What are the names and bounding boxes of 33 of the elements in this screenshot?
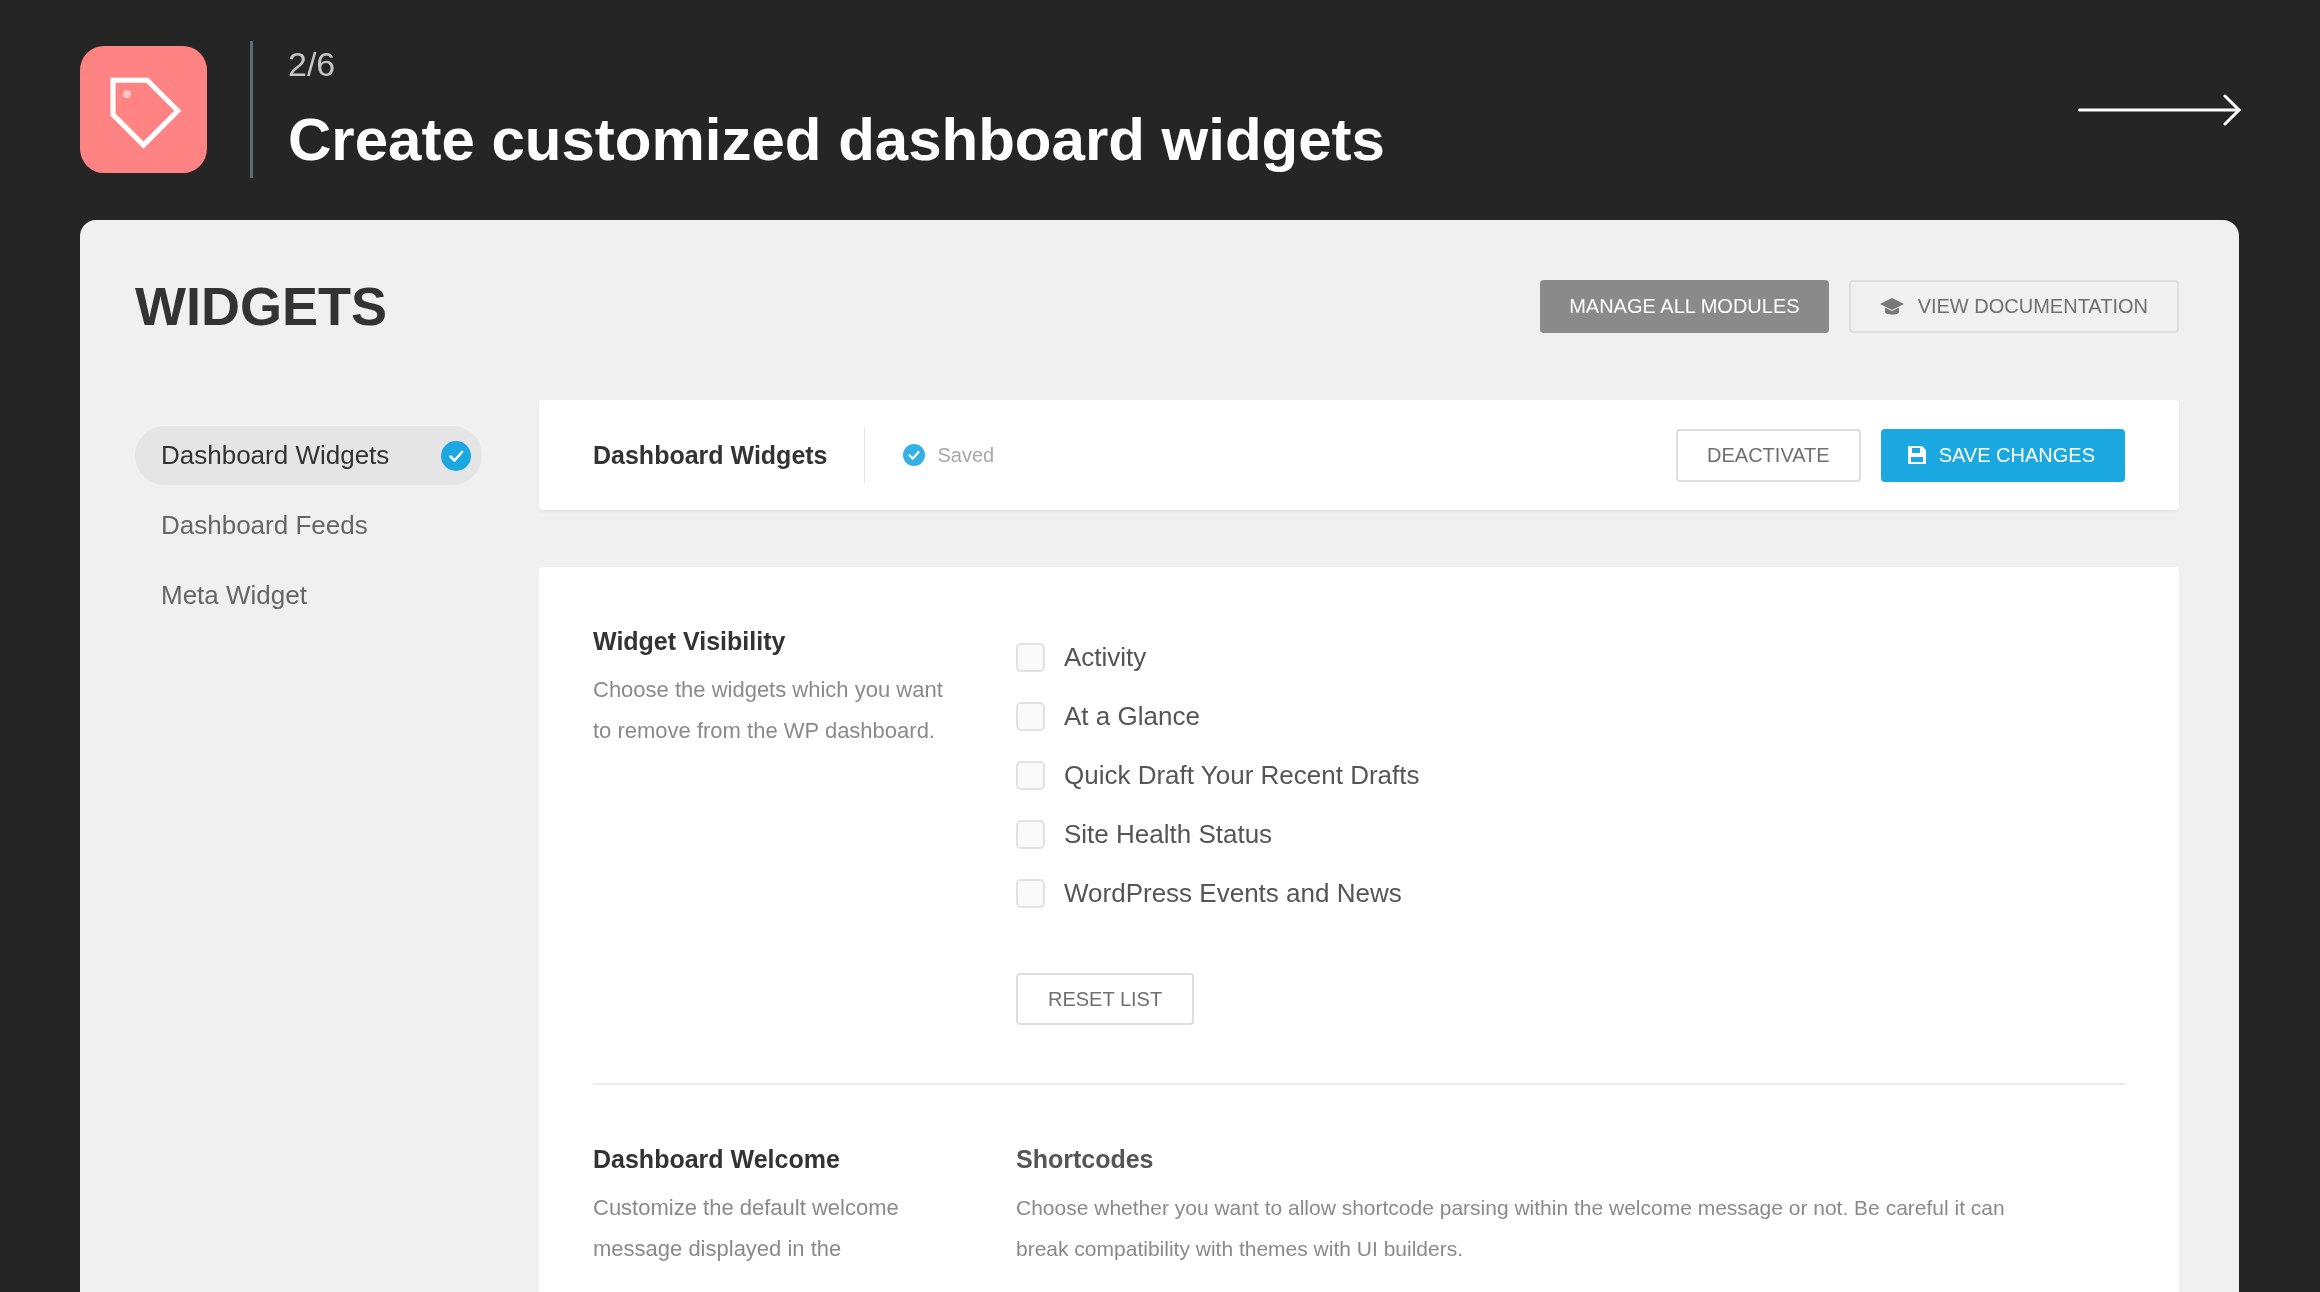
reset-list-button[interactable]: RESET LIST <box>1016 973 1195 1025</box>
section-description: Choose whether you want to allow shortcode parsing within the welcome message or not. Be careful it can break compatibility with themes with UI builders. <box>1016 1195 2006 1262</box>
slide-title: Create customized dashboard widgets <box>288 104 1385 175</box>
checkbox[interactable] <box>1016 879 1045 908</box>
module-title: Dashboard Widgets <box>593 440 828 470</box>
checkbox[interactable] <box>1016 761 1045 790</box>
deactivate-button[interactable]: DEACTIVATE <box>1676 428 1861 482</box>
tag-icon <box>80 46 207 173</box>
graduation-cap-icon <box>1879 297 1904 316</box>
status-text: Saved <box>937 443 995 467</box>
checkbox[interactable] <box>1016 702 1045 731</box>
checkbox-label: At a Glance <box>1064 701 1200 732</box>
manage-modules-button[interactable]: MANAGE ALL MODULES <box>1540 280 1829 333</box>
section-title: Dashboard Welcome <box>593 1144 841 1175</box>
checkbox[interactable] <box>1016 643 1045 672</box>
section-title: Shortcodes <box>1016 1144 1155 1175</box>
sidebar-item[interactable]: Dashboard Feeds <box>135 496 482 555</box>
checkbox-label: WordPress Events and News <box>1064 878 1402 909</box>
arrow-right-icon[interactable] <box>2078 93 2242 126</box>
section-description: Choose the widgets which you want to remove from the WP dashboard. <box>593 676 944 745</box>
checkbox-label: Quick Draft Your Recent Drafts <box>1064 760 1420 791</box>
step-counter: 2/6 <box>288 43 337 84</box>
section-title: Widget Visibility <box>593 626 787 657</box>
check-circle-icon <box>902 444 925 466</box>
sidebar-item[interactable]: Meta Widget <box>135 566 482 625</box>
checkbox-label: Activity <box>1064 642 1147 673</box>
section-description: Customize the default welcome message displayed in the <box>593 1194 900 1263</box>
checkbox-label: Site Health Status <box>1064 819 1273 850</box>
checkbox[interactable] <box>1016 820 1045 849</box>
sidebar-item[interactable]: Dashboard Widgets <box>135 426 482 485</box>
save-changes-button[interactable]: SAVE CHANGES <box>1880 428 2125 482</box>
view-documentation-button[interactable]: VIEW DOCUMENTATION <box>1848 280 2179 333</box>
page-title: WIDGETS <box>135 280 387 333</box>
